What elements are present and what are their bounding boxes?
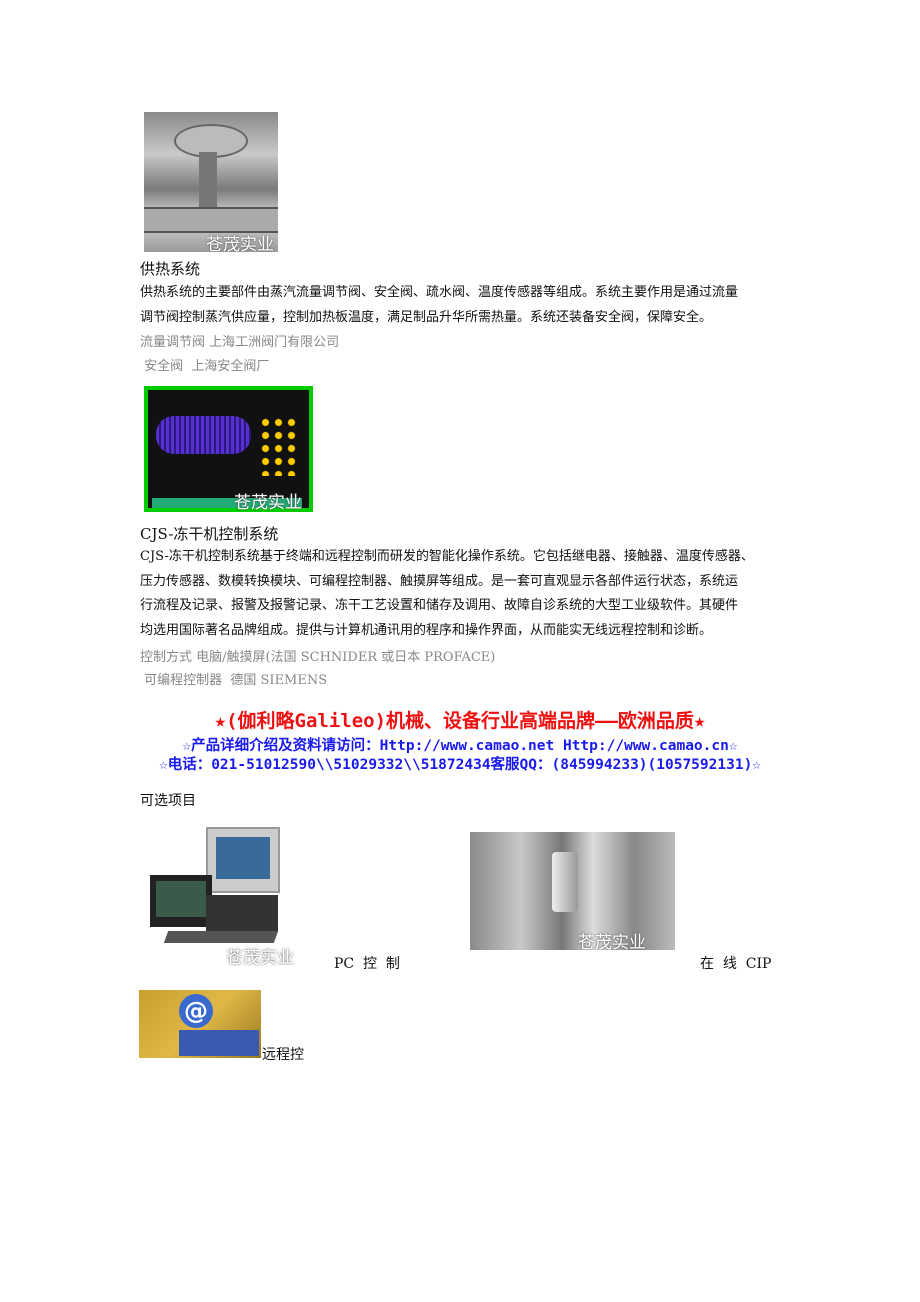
section-title-heating: 供热系统 xyxy=(140,260,201,278)
spec-line: 控制方式 电脑/触摸屏(法国 SCHNIDER 或日本 PROFACE) xyxy=(140,650,496,665)
watermark: 苍茂实业 xyxy=(234,493,302,512)
paragraph-line: 调节阀控制蒸汽供应量，控制加热板温度，满足制品升华所需热量。系统还装备安全阀，保… xyxy=(140,309,713,325)
spec-line: 流量调节阀 上海工洲阀门有限公司 xyxy=(140,335,340,350)
option-remote-control: 远程控 xyxy=(262,1047,304,1063)
paragraph-line: 行流程及记录、报警及报警记录、冻干工艺设置和储存及调用、故障自诊系统的大型工业级… xyxy=(140,598,739,614)
option-pc-control: PC 控 制 xyxy=(334,956,400,972)
online-cip-image: 苍茂实业 xyxy=(470,832,675,950)
paragraph-line: 均选用国际著名品牌组成。提供与计算机通讯用的程序和操作界面，从而能实无线远程控制… xyxy=(140,622,713,638)
at-sign-icon: @ xyxy=(179,994,213,1028)
option-online-cip: 在 线 CIP xyxy=(700,956,772,972)
watermark: 苍茂实业 xyxy=(226,948,294,966)
section-title-control-system: CJS-冻干机控制系统 xyxy=(140,525,279,543)
document-page: 苍茂实业 供热系统 供热系统的主要部件由蒸汽流量调节阀、安全阀、疏水阀、温度传感… xyxy=(0,0,920,1302)
brand-banner-title: ★(伽利略Galileo)机械、设备行业高端品牌——欧洲品质★ xyxy=(214,710,706,732)
paragraph-line: CJS-冻干机控制系统基于终端和远程控制而研发的智能化操作系统。它包括继电器、接… xyxy=(140,549,754,564)
control-system-description: CJS-冻干机控制系统基于终端和远程控制而研发的智能化操作系统。它包括继电器、接… xyxy=(140,545,754,643)
heating-description: 供热系统的主要部件由蒸汽流量调节阀、安全阀、疏水阀、温度传感器等组成。系统主要作… xyxy=(140,281,738,330)
watermark: 苍茂实业 xyxy=(578,933,646,950)
watermark: 苍茂实业 xyxy=(206,235,274,252)
pc-control-image: 苍茂实业 xyxy=(144,825,305,966)
control-screen-image: 苍茂实业 xyxy=(144,386,313,512)
contact-line: ☆电话：021-51012590\\51029332\\51872434客服QQ… xyxy=(158,757,762,773)
paragraph-line: 压力传感器、数模转换模块、可编程控制器、触摸屏等组成。是一套可直观显示各部件运行… xyxy=(140,573,739,589)
steam-valve-image: 苍茂实业 xyxy=(144,112,278,252)
spec-line: 可编程控制器 德国 SIEMENS xyxy=(140,673,328,688)
spec-line: 安全阀 上海安全阀厂 xyxy=(140,359,270,374)
options-title: 可选项目 xyxy=(140,793,196,809)
website-line[interactable]: ☆产品详细介绍及资料请访问：Http://www.camao.net Http:… xyxy=(0,734,920,755)
paragraph-line: 供热系统的主要部件由蒸汽流量调节阀、安全阀、疏水阀、温度传感器等组成。系统主要作… xyxy=(140,285,739,300)
remote-control-image: @ xyxy=(139,990,261,1058)
